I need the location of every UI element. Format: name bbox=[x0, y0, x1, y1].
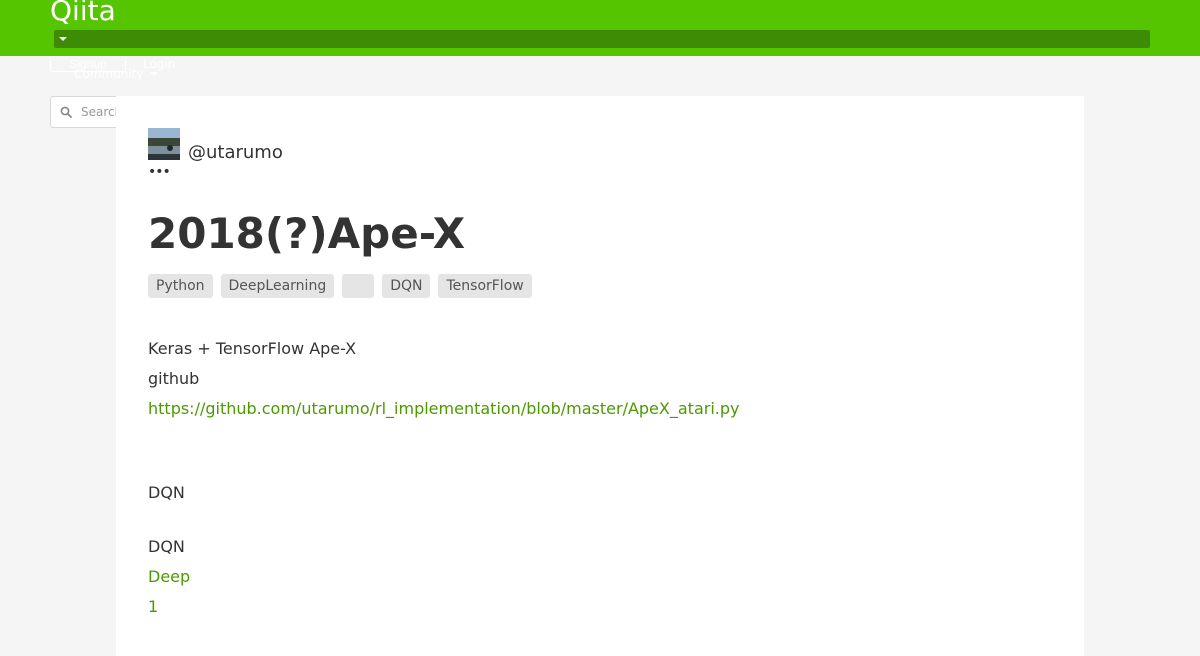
deep-link[interactable]: Deep bbox=[148, 567, 190, 586]
article-title: 2018(?)Ape-X bbox=[148, 209, 466, 258]
github-label: github bbox=[148, 369, 200, 388]
qiita-logo[interactable]: Qiita bbox=[50, 0, 116, 28]
avatar-photo bbox=[148, 128, 180, 160]
reference-link[interactable]: 1 bbox=[148, 597, 158, 616]
article-card: @utarumo ••• 2018(?)Ape-X Python DeepLea… bbox=[116, 96, 1084, 656]
deep-link-line: Deep bbox=[148, 567, 190, 587]
reference-link-line: 1 bbox=[148, 597, 158, 617]
tag-deeplearning[interactable]: DeepLearning bbox=[220, 274, 335, 298]
global-header: Qiita bbox=[0, 0, 1200, 56]
community-menu[interactable]: Community bbox=[74, 67, 143, 81]
more-options-icon[interactable]: ••• bbox=[148, 165, 171, 179]
dqn-paragraph: DQN bbox=[148, 537, 185, 556]
tag-dqn[interactable]: DQN bbox=[382, 274, 431, 298]
chevron-down-icon[interactable] bbox=[150, 72, 158, 76]
author-username[interactable]: @utarumo bbox=[188, 142, 283, 164]
tag-tensorflow[interactable]: TensorFlow bbox=[438, 274, 532, 298]
tag-python[interactable]: Python bbox=[148, 274, 213, 298]
tag-blank[interactable] bbox=[342, 274, 375, 298]
intro-text: Keras + TensorFlow Ape-X bbox=[148, 339, 357, 358]
login-link[interactable]: Login bbox=[143, 57, 175, 71]
github-link[interactable]: https://github.com/utarumo/rl_implementa… bbox=[148, 399, 739, 418]
author-avatar[interactable] bbox=[148, 128, 180, 160]
menu-dropdown-icon[interactable] bbox=[59, 37, 67, 41]
search-icon bbox=[60, 106, 72, 118]
tag-list: Python DeepLearning DQN TensorFlow bbox=[148, 274, 532, 298]
header-menu-bar[interactable] bbox=[54, 30, 1150, 48]
section-heading-dqn: DQN bbox=[148, 483, 185, 502]
github-link-line: https://github.com/utarumo/rl_implementa… bbox=[148, 399, 739, 419]
